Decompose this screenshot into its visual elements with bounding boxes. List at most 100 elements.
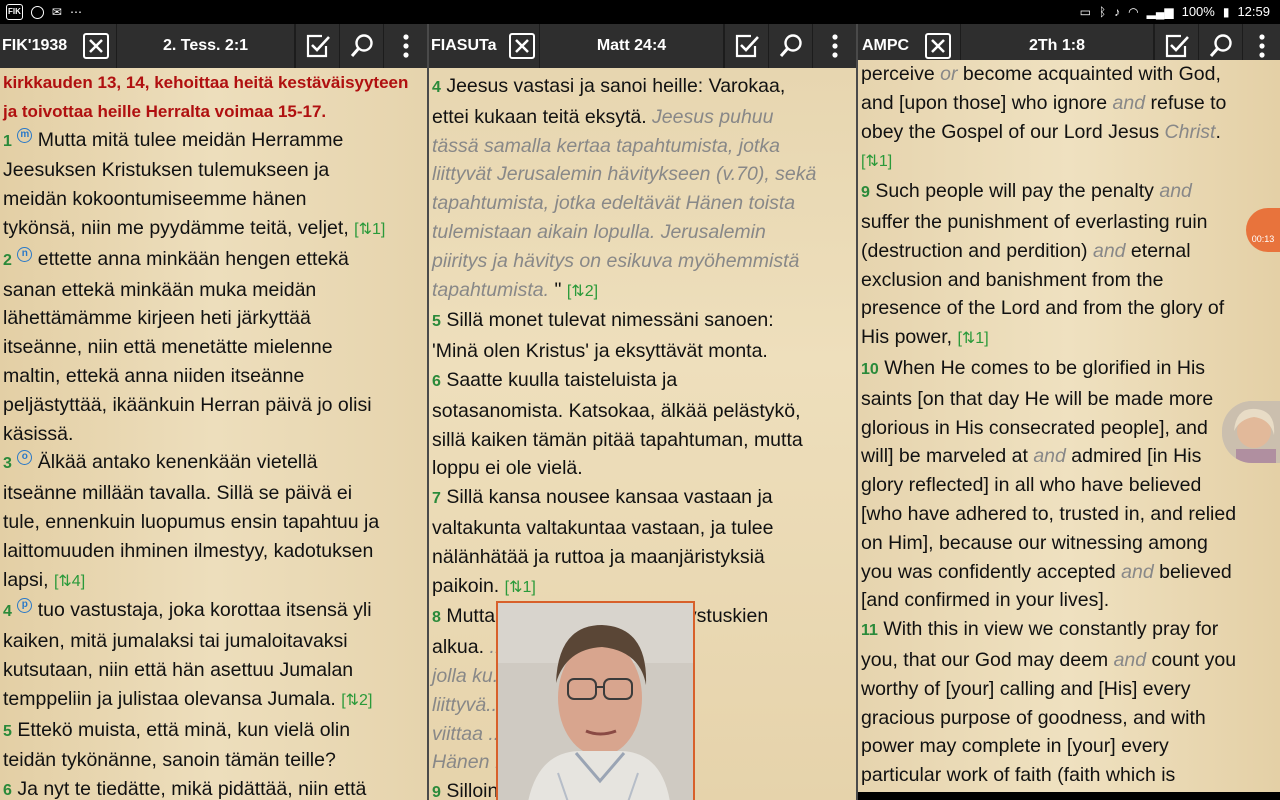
verse-line: (destruction and perdition) and eternal xyxy=(861,239,1191,262)
verse-line: 1 m Mutta mitä tulee meidän Herramme xyxy=(3,127,344,151)
verse-line: ja toivottaa heille Herralta voimaa 15-1… xyxy=(3,101,327,121)
search-icon xyxy=(1209,34,1232,57)
battery-percent: 100% xyxy=(1181,4,1215,19)
verse-line: 5 Sillä monet tulevat nimessäni sanoen: xyxy=(432,309,774,332)
overflow-menu-button[interactable] xyxy=(812,24,856,68)
verse-line: ettei kukaan teitä eksytä. Jeesus puhuu xyxy=(432,105,774,128)
close-pane-button[interactable] xyxy=(76,24,116,68)
verse-line: tapahtumista. " [⇅2] xyxy=(432,278,599,301)
verse-line: exclusion and banishment from the xyxy=(861,268,1164,291)
verse-line: loppu ei ole vielä. xyxy=(432,457,583,480)
mute-icon: ♪ xyxy=(1114,4,1121,19)
verse-line: glory reflected] in all who have believe… xyxy=(861,474,1202,497)
verse-line: you, that our God may deem and count you xyxy=(861,648,1237,671)
status-bar-left: FIK ✉ ⋯ xyxy=(6,4,82,20)
status-bar: FIK ✉ ⋯ ▭ ᛒ ♪ ◠ ▂▄▆ 100% ▮ 12:59 xyxy=(0,0,1280,24)
verse-line: [⇅1] xyxy=(861,153,893,171)
verse-line: tykönsä, niin me pyydämme teitä, veljet,… xyxy=(3,216,386,239)
verse-line: and [upon those] who ignore and refuse t… xyxy=(861,91,1227,114)
gmail-icon: ✉ xyxy=(51,5,62,19)
reference-selector[interactable]: Matt 24:4 xyxy=(539,24,724,68)
verse-line: suffer the punishment of everlasting rui… xyxy=(861,210,1208,233)
close-box-icon xyxy=(83,33,109,59)
verse-line: laittomuuden ihminen ilmestyy, kadotukse… xyxy=(3,539,374,562)
check-box-icon xyxy=(1165,34,1189,58)
verse-line: 2 n ettette anna minkään hengen ettekä xyxy=(3,246,349,270)
verse-line: [who have adhered to, trusted in, and re… xyxy=(861,502,1237,525)
bible-text[interactable]: kirkkauden 13, 14, kehoittaa heitä kestä… xyxy=(0,68,427,800)
verse-line: tässä samalla kertaa tapahtumista, jotka xyxy=(432,134,780,157)
verse-line: peljästyttää, ikäänkuin Herran päivä jo … xyxy=(3,393,372,416)
verse-line: käsissä. xyxy=(3,422,74,445)
version-selector[interactable]: AMPC xyxy=(858,37,916,55)
verse-line: obey the Gospel of our Lord Jesus Christ… xyxy=(861,120,1221,143)
verse-line: kutsutaan, niin että hän asettuu Jumalan xyxy=(3,658,354,681)
verse-line: Jeesuksen Kristuksen tulemukseen ja xyxy=(3,159,330,182)
verse-line: maltin, ettekä anna niiden itseänne xyxy=(3,364,305,387)
clock: 12:59 xyxy=(1237,4,1270,19)
verse-line: 4 Jeesus vastasi ja sanoi heille: Varoka… xyxy=(432,75,786,97)
verse-line: worthy of [your] calling and [His] every xyxy=(861,677,1191,700)
bluetooth-icon: ᛒ xyxy=(1098,4,1107,19)
verse-line: will] be marveled at and admired [in His xyxy=(861,445,1202,468)
webcam-overlay[interactable] xyxy=(496,601,695,800)
reference-selector[interactable]: 2. Tess. 2:1 xyxy=(116,24,295,68)
verse-line: nälänhätää ja ruttoa ja maanjäristyksiä xyxy=(432,545,765,568)
fik-badge-icon: FIK xyxy=(6,4,23,20)
recording-timer: 00:13 xyxy=(1251,234,1275,244)
verse-line: presence of the Lord and from the glory … xyxy=(861,297,1225,320)
verse-line: glorious in His consecrated people], and xyxy=(861,416,1208,439)
verse-line: you was confidently accepted and believe… xyxy=(861,560,1232,583)
verse-line: that [2]leaning of the whole human xyxy=(861,790,1277,792)
verse-line: tulemistaan aikain lopulla. Jerusalemin xyxy=(432,220,766,243)
more-dots-icon: ⋯ xyxy=(69,5,82,19)
verse-line: sillä kaiken tämän pitää tapahtuman, mut… xyxy=(432,428,803,451)
check-box-icon xyxy=(306,34,330,58)
search-button[interactable] xyxy=(768,24,812,68)
verse-line: on Him], because our witnessing among xyxy=(861,531,1208,554)
verse-line: lapsi, [⇅4] xyxy=(3,568,86,591)
verse-line: 5 Ettekö muista, että minä, kun vielä ol… xyxy=(3,718,351,741)
verse-line: itseänne, niin että menetätte mielenne xyxy=(3,336,333,359)
verse-line: tapahtumista, jotka edeltävät Hänen tois… xyxy=(432,192,796,215)
bible-text[interactable]: perceive or become acquainted with God, a… xyxy=(858,60,1280,792)
search-icon xyxy=(779,34,802,57)
signal-icon: ▂▄▆ xyxy=(1146,4,1174,19)
c-circle-icon xyxy=(30,5,44,19)
close-box-icon xyxy=(509,33,535,59)
verse-line: 3 o Älkää antako kenenkään vietellä xyxy=(3,450,318,474)
verse-line: teidän tykönänne, sanoin tämän teille? xyxy=(3,749,336,772)
pane-toolbar: FIASUTa Matt 24:4 xyxy=(429,24,856,68)
verse-line: valtakunta valtakuntaa vastaan, ja tulee xyxy=(432,516,774,539)
verse-line: piiritys ja hävitys on esikuva myöhemmis… xyxy=(432,249,800,272)
floating-avatar-bubble[interactable] xyxy=(1222,401,1280,463)
overflow-menu-button[interactable] xyxy=(383,24,427,68)
verse-line: kirkkauden 13, 14, kehoittaa heitä kestä… xyxy=(3,73,409,92)
presenter-video-icon xyxy=(498,603,693,800)
verse-line: tule, ennenkuin luopumus ensin tapahtuu … xyxy=(3,510,380,533)
sync-check-button[interactable] xyxy=(295,24,339,68)
close-pane-button[interactable] xyxy=(505,24,539,68)
verse-line: [and confirmed in your lives]. xyxy=(861,589,1110,612)
verse-line: meidän kokoontumiseemme hänen xyxy=(3,188,307,211)
battery-icon: ▮ xyxy=(1222,4,1230,19)
sync-check-button[interactable] xyxy=(724,24,768,68)
close-box-icon xyxy=(925,33,951,59)
reading-pane-3: AMPC 2Th 1:8 perceive or become acquaint… xyxy=(858,24,1280,800)
search-icon xyxy=(350,34,373,57)
verse-line: power may complete in [your] every xyxy=(861,735,1169,758)
verse-line: particular work of faith (faith which is xyxy=(861,764,1176,787)
verse-line: 6 Ja nyt te tiedätte, mikä pidättää, nii… xyxy=(3,778,367,800)
verse-line: perceive or become acquainted with God, xyxy=(861,63,1221,85)
vertical-dots-icon xyxy=(831,34,838,58)
search-button[interactable] xyxy=(339,24,383,68)
reading-pane-1: FIK'1938 2. Tess. 2:1 kirkkauden 13, 14,… xyxy=(0,24,427,800)
verse-line: temppeliin ja julistaa olevansa Jumala. … xyxy=(3,687,373,710)
verse-line: sotasanomista. Katsokaa, älkää pelästykö… xyxy=(432,399,801,422)
verse-line: lähettämämme kirjeen heti järkyttää xyxy=(3,307,311,330)
verse-line: liittyvät Jerusalemin hävitykseen (v.70)… xyxy=(432,163,817,186)
version-selector[interactable]: FIK'1938 xyxy=(0,37,76,55)
version-selector[interactable]: FIASUTa xyxy=(429,37,505,55)
verse-line: 7 Sillä kansa nousee kansaa vastaan ja xyxy=(432,486,773,509)
verse-line: saints [on that day He will be made more xyxy=(861,387,1214,410)
